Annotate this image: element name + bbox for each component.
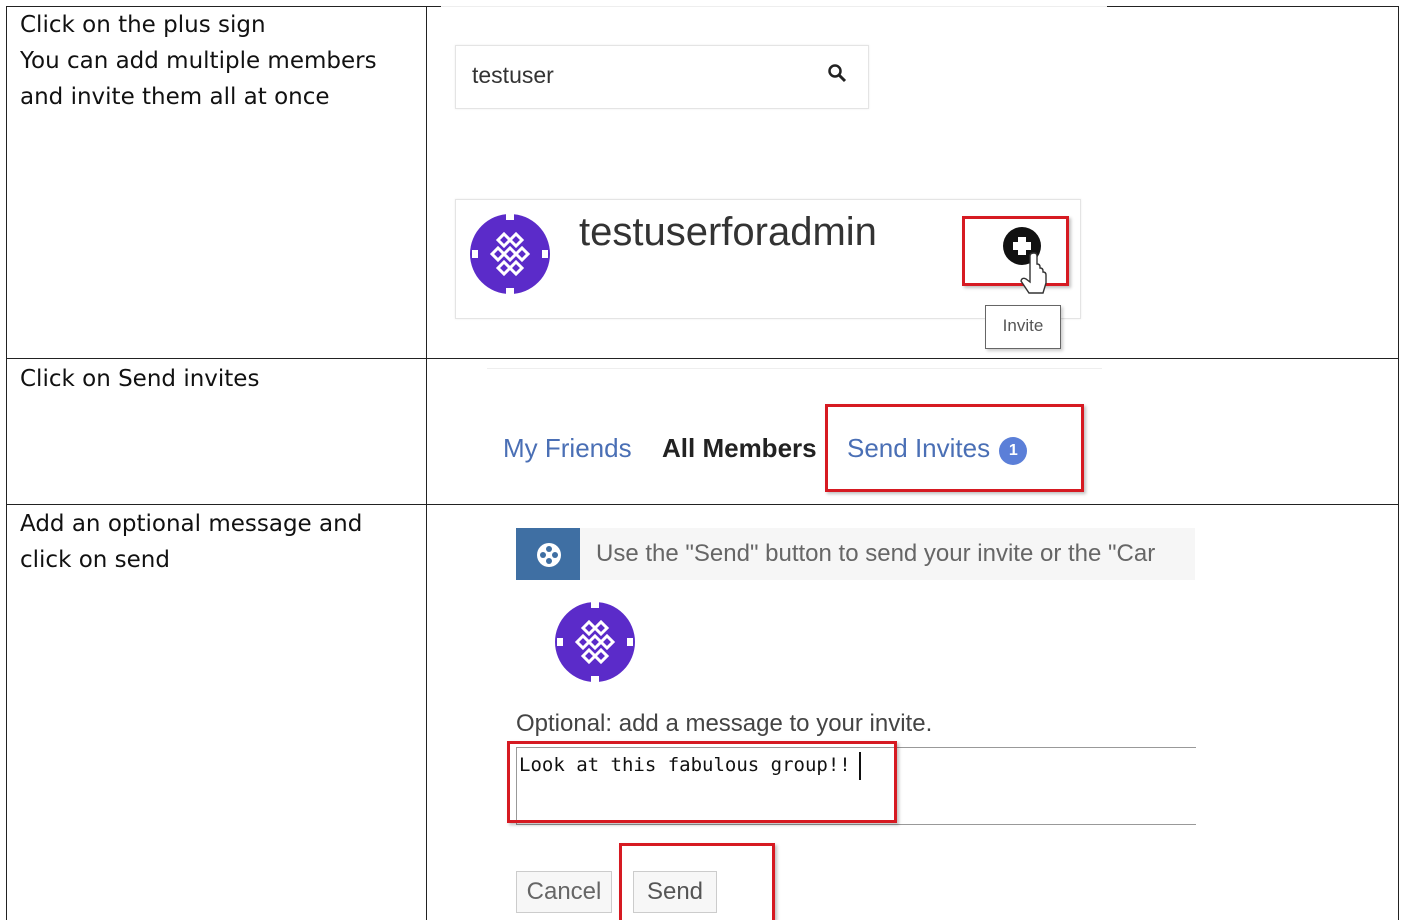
message-label: Optional: add a message to your invite. <box>516 710 933 737</box>
message-highlight-box <box>507 741 897 823</box>
instruction-line: Click on Send invites <box>20 366 260 392</box>
step1-screenshot: testuser testuserforadmin Invite <box>441 6 1107 355</box>
info-icon-box <box>516 528 580 580</box>
tab-my-friends[interactable]: My Friends <box>503 433 632 464</box>
instruction-row-2: Click on Send invites <box>20 361 259 397</box>
row-divider-1 <box>6 358 1399 359</box>
send-highlight-box <box>619 843 775 920</box>
purple-pattern-avatar-icon <box>468 212 552 296</box>
info-icon <box>536 542 562 568</box>
instruction-line: Click on the plus sign <box>20 12 266 38</box>
step3-screenshot: Use the "Send" button to send your invit… <box>505 516 1196 920</box>
instruction-row-3: Add an optional message and click on sen… <box>20 506 362 578</box>
search-icon[interactable] <box>826 62 850 86</box>
plus-circle-icon[interactable] <box>1000 224 1048 304</box>
instruction-row-1: Click on the plus sign You can add multi… <box>20 7 377 115</box>
instruction-line: Add an optional message and <box>20 511 363 537</box>
notice-bar: Use the "Send" button to send your invit… <box>580 528 1195 580</box>
tab-all-members[interactable]: All Members <box>662 433 817 464</box>
step2-screenshot: My Friends All Members Send Invites 1 <box>487 368 1102 502</box>
instruction-line: click on send <box>20 547 170 573</box>
purple-pattern-avatar-icon <box>553 600 637 684</box>
column-divider <box>426 6 427 920</box>
cancel-button[interactable]: Cancel <box>516 871 612 913</box>
notice-text: Use the "Send" button to send your invit… <box>596 540 1156 567</box>
send-invites-highlight-box <box>825 404 1084 492</box>
instruction-line: and invite them all at once <box>20 84 330 110</box>
invite-tooltip: Invite <box>985 305 1061 349</box>
search-box[interactable]: testuser <box>455 45 869 109</box>
instruction-line: You can add multiple members <box>20 48 377 74</box>
search-input[interactable]: testuser <box>472 62 554 89</box>
member-name[interactable]: testuserforadmin <box>579 210 877 255</box>
row-divider-2 <box>6 504 1399 505</box>
